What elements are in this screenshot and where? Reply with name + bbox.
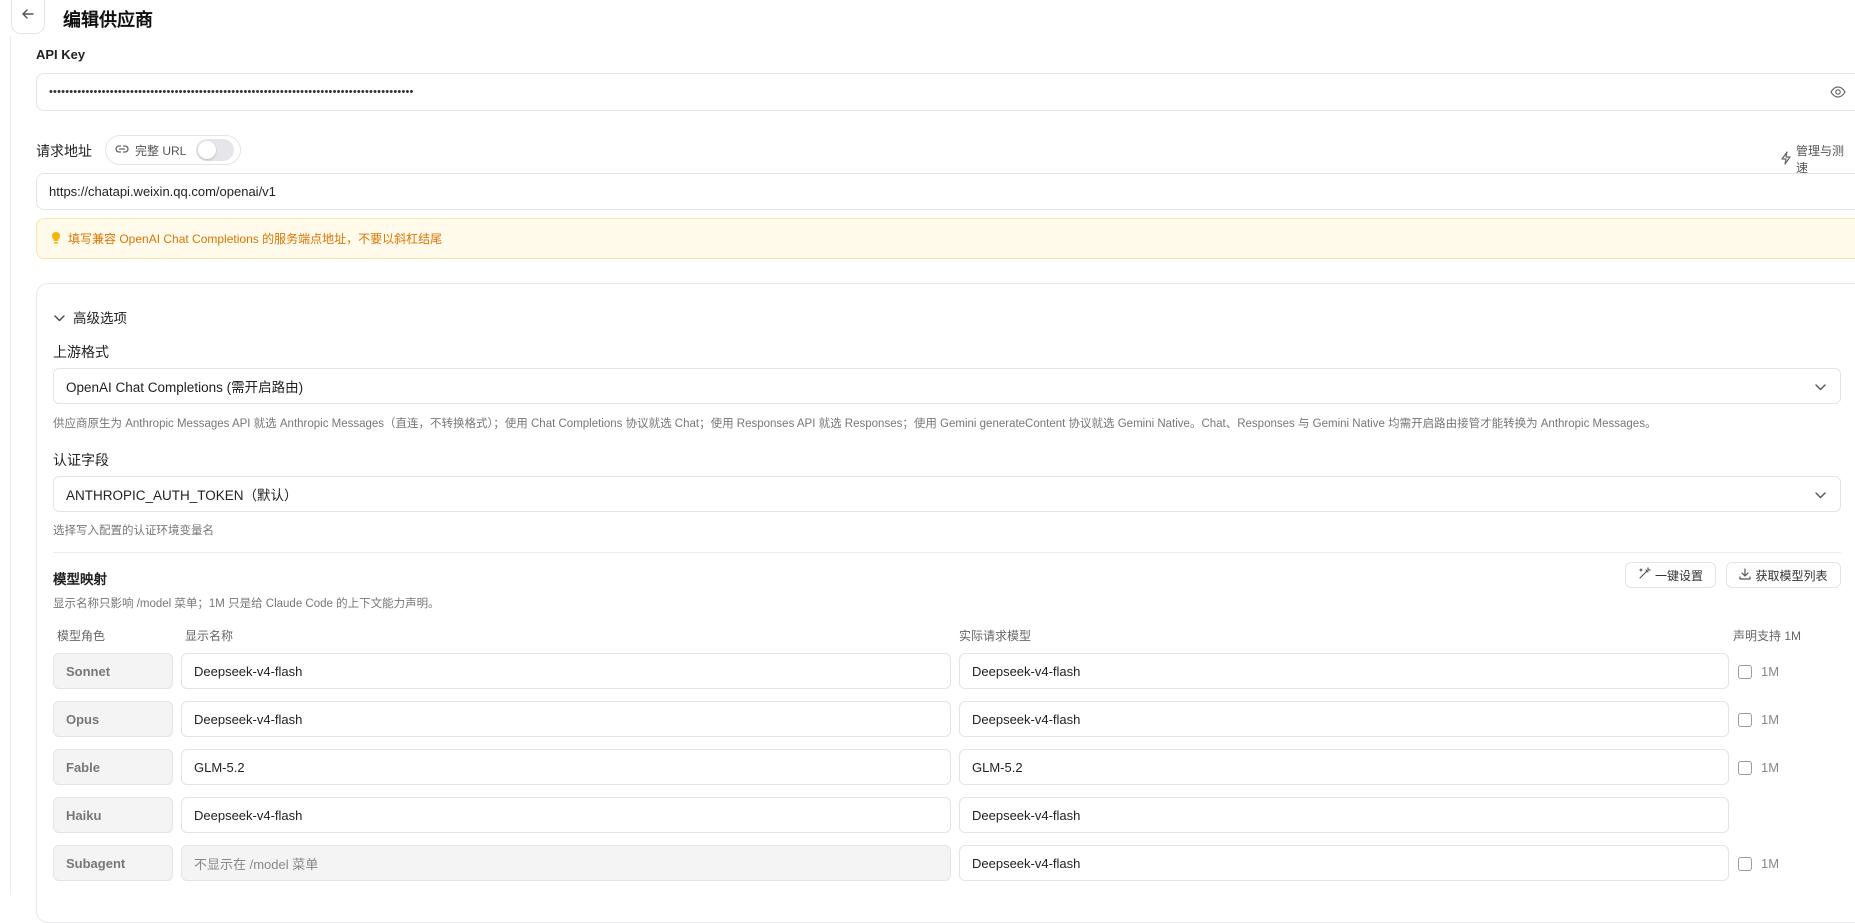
model-role-cell: Fable xyxy=(53,749,173,785)
actual-model-input[interactable]: Deepseek-v4-flash xyxy=(959,653,1729,689)
declare-1m-group: 1M xyxy=(1738,856,1779,871)
chevron-down-icon xyxy=(1815,487,1826,502)
declare-1m-checkbox[interactable] xyxy=(1738,712,1752,727)
col-head-role: 模型角色 xyxy=(57,629,106,643)
declare-1m-checkbox[interactable] xyxy=(1738,856,1752,871)
display-name-input[interactable]: Deepseek-v4-flash xyxy=(181,797,951,833)
manage-speedtest-label: 管理与测速 xyxy=(1796,144,1845,175)
api-key-value: ••••••••••••••••••••••••••••••••••••••••… xyxy=(49,86,414,98)
request-url-hint: 填写兼容 OpenAI Chat Completions 的服务端点地址，不要以… xyxy=(36,218,1855,259)
upstream-format-label: 上游格式 xyxy=(53,344,109,360)
upstream-format-value: OpenAI Chat Completions (需开启路由) xyxy=(66,380,304,395)
request-url-value: https://chatapi.weixin.qq.com/openai/v1 xyxy=(49,184,276,199)
fetch-models-label: 获取模型列表 xyxy=(1755,568,1828,583)
model-mapping-title: 模型映射 xyxy=(53,572,107,587)
full-url-label: 完整 URL xyxy=(135,143,187,158)
one-click-setup-label: 一键设置 xyxy=(1654,568,1703,583)
declare-1m-label: 1M xyxy=(1761,712,1780,727)
declare-1m-group: 1M xyxy=(1738,760,1779,775)
one-click-setup-button[interactable]: 一键设置 xyxy=(1625,562,1716,588)
actual-model-input[interactable]: GLM-5.2 xyxy=(959,749,1729,785)
link-icon xyxy=(115,143,129,157)
upstream-format-select[interactable]: OpenAI Chat Completions (需开启路由) xyxy=(53,368,1841,404)
col-head-declare-1m: 声明支持 1M xyxy=(1733,629,1802,643)
download-icon xyxy=(1739,567,1752,583)
lightbulb-icon xyxy=(51,231,61,247)
model-role-cell: Subagent xyxy=(53,845,173,881)
display-name-input[interactable]: 不显示在 /model 菜单 xyxy=(181,845,951,881)
request-url-label: 请求地址 xyxy=(36,143,92,159)
chevron-down-icon xyxy=(1815,379,1826,394)
declare-1m-checkbox[interactable] xyxy=(1738,664,1752,679)
actual-model-input[interactable]: Deepseek-v4-flash xyxy=(959,701,1729,737)
back-button[interactable] xyxy=(11,0,45,34)
api-key-label: API Key xyxy=(36,47,86,62)
section-divider xyxy=(53,552,1841,553)
auth-field-value: ANTHROPIC_AUTH_TOKEN（默认） xyxy=(66,488,298,503)
request-url-hint-text: 填写兼容 OpenAI Chat Completions 的服务端点地址，不要以… xyxy=(68,232,443,246)
magic-wand-icon xyxy=(1638,567,1651,583)
eye-icon[interactable] xyxy=(1830,85,1846,104)
upstream-format-note: 供应商原生为 Anthropic Messages API 就选 Anthrop… xyxy=(53,418,1657,430)
model-role-cell: Sonnet xyxy=(53,653,173,689)
manage-speedtest-link[interactable]: 管理与测速 xyxy=(1780,142,1855,176)
model-role-cell: Haiku xyxy=(53,797,173,833)
arrow-left-icon xyxy=(21,7,35,26)
actual-model-input[interactable]: Deepseek-v4-flash xyxy=(959,797,1729,833)
display-name-input[interactable]: Deepseek-v4-flash xyxy=(181,653,951,689)
fetch-models-button[interactable]: 获取模型列表 xyxy=(1726,562,1841,588)
declare-1m-group: 1M xyxy=(1738,712,1779,727)
top-bar xyxy=(0,0,1855,36)
display-name-input[interactable]: Deepseek-v4-flash xyxy=(181,701,951,737)
advanced-options-title: 高级选项 xyxy=(73,311,127,326)
advanced-options-toggle[interactable]: 高级选项 xyxy=(54,307,127,327)
request-url-input[interactable]: https://chatapi.weixin.qq.com/openai/v1 xyxy=(36,173,1855,210)
auth-field-note: 选择写入配置的认证环境变量名 xyxy=(53,525,214,537)
declare-1m-group: 1M xyxy=(1738,664,1779,679)
actual-model-input[interactable]: Deepseek-v4-flash xyxy=(959,845,1729,881)
full-url-toggle-group[interactable]: 完整 URL xyxy=(105,135,241,165)
model-role-cell: Opus xyxy=(53,701,173,737)
display-name-input[interactable]: GLM-5.2 xyxy=(181,749,951,785)
page-title: 编辑供应商 xyxy=(63,10,153,30)
declare-1m-checkbox[interactable] xyxy=(1738,760,1752,775)
left-divider xyxy=(10,36,11,895)
col-head-display-name: 显示名称 xyxy=(185,629,234,643)
declare-1m-label: 1M xyxy=(1761,760,1780,775)
declare-1m-label: 1M xyxy=(1761,856,1780,871)
api-key-field[interactable]: ••••••••••••••••••••••••••••••••••••••••… xyxy=(36,73,1855,111)
model-mapping-note: 显示名称只影响 /model 菜单；1M 只是给 Claude Code 的上下… xyxy=(53,598,440,610)
chevron-down-icon xyxy=(54,310,65,325)
col-head-actual-model: 实际请求模型 xyxy=(959,629,1032,643)
declare-1m-label: 1M xyxy=(1761,664,1780,679)
auth-field-select[interactable]: ANTHROPIC_AUTH_TOKEN（默认） xyxy=(53,476,1841,512)
full-url-switch[interactable] xyxy=(196,139,235,161)
auth-field-label: 认证字段 xyxy=(53,452,109,468)
lightning-icon xyxy=(1780,150,1792,168)
